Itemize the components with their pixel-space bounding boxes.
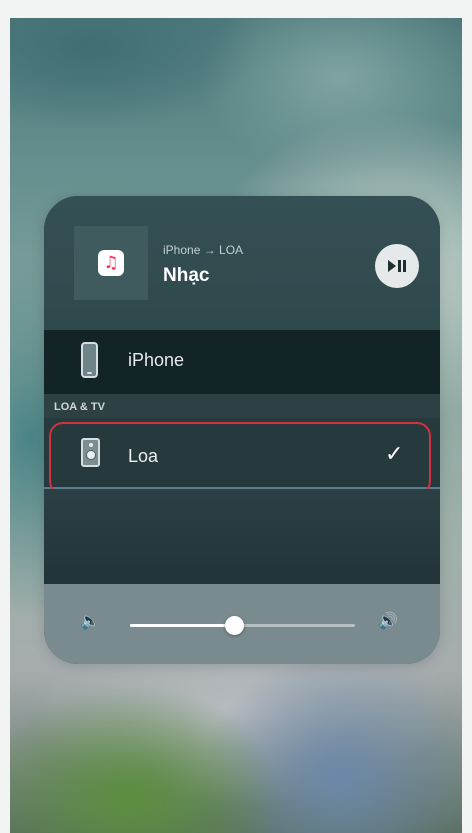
play-pause-button[interactable] <box>375 244 419 288</box>
play-pause-icon <box>388 260 406 272</box>
audio-output-panel: ♫ iPhone → LOA Nhạc iPhone LOA & TV Loa … <box>44 196 440 664</box>
device-row-iphone[interactable] <box>44 330 440 394</box>
volume-max-icon: 🔊 <box>378 611 398 630</box>
music-app-icon: ♫ <box>98 250 124 276</box>
section-header-loa-tv: LOA & TV <box>54 401 105 413</box>
track-title: Nhạc <box>163 265 210 286</box>
route-label: iPhone → LOA <box>163 243 244 257</box>
iphone-icon <box>81 342 98 378</box>
highlight-annotation <box>49 422 431 495</box>
volume-slider[interactable] <box>130 616 355 635</box>
volume-thumb[interactable] <box>224 616 244 635</box>
now-playing-header: ♫ iPhone → LOA Nhạc <box>44 196 440 330</box>
volume-fill <box>130 624 234 627</box>
device-label-iphone: iPhone <box>128 350 185 370</box>
album-art: ♫ <box>74 226 148 300</box>
volume-min-icon: 🔈 <box>80 611 100 630</box>
empty-device-area <box>44 489 440 584</box>
